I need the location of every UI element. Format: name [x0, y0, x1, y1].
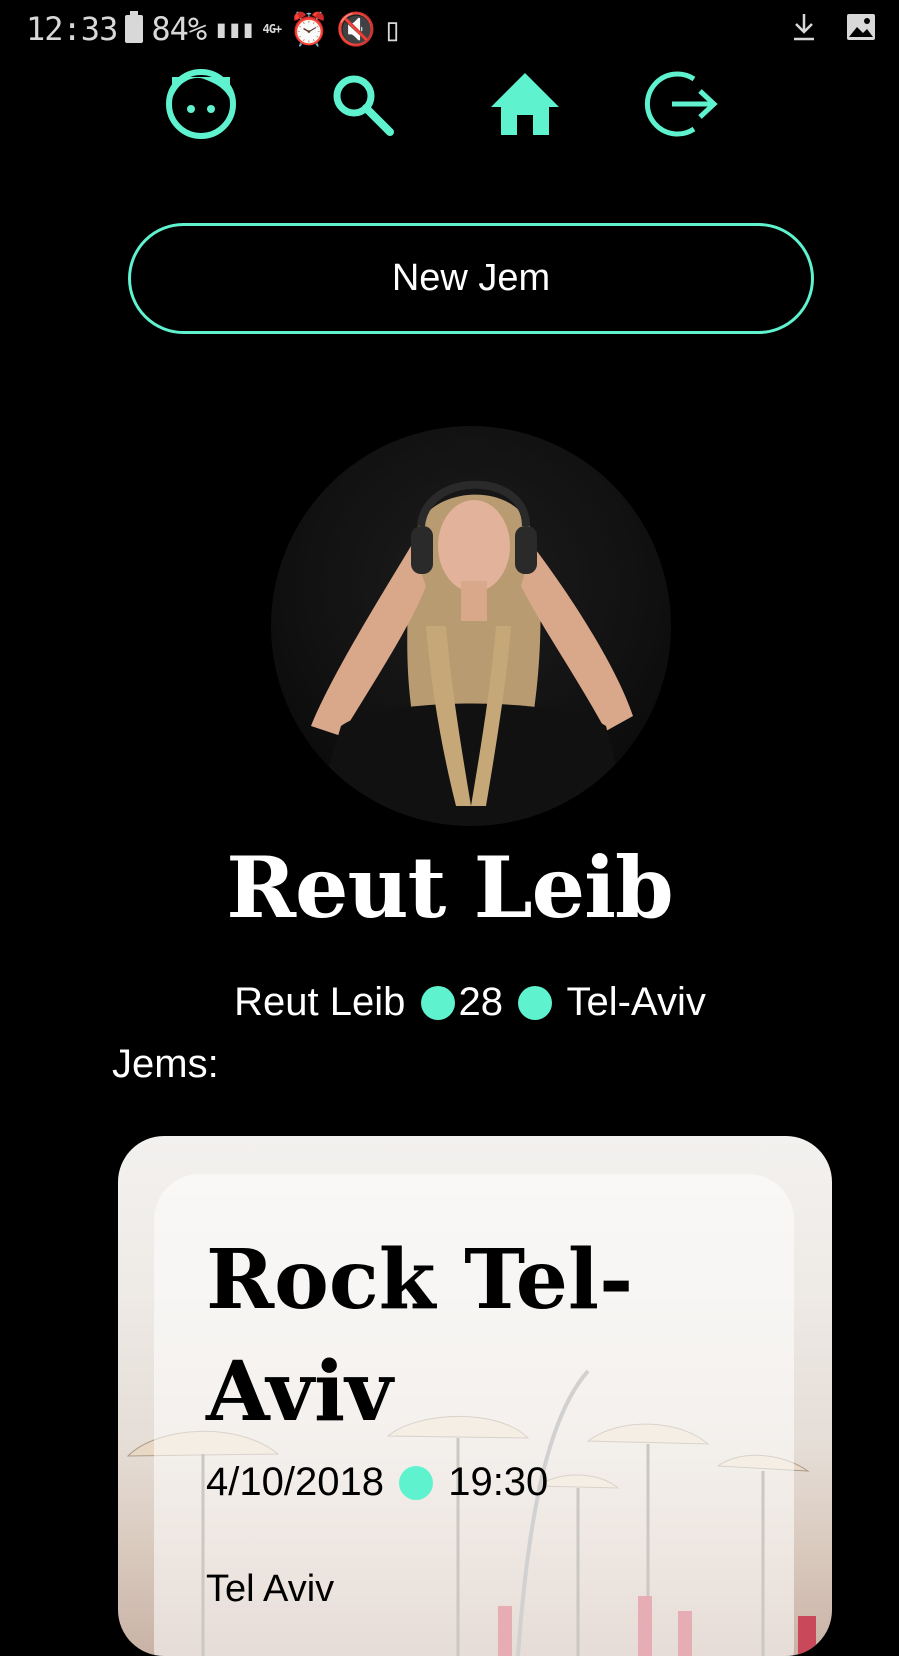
profile-city: Tel-Aviv	[566, 980, 706, 1024]
profile-photo	[311, 480, 633, 826]
new-jem-button[interactable]: New Jem	[128, 223, 814, 334]
battery-level: 84%	[151, 10, 207, 48]
avatar	[271, 426, 671, 826]
battery-saver-icon: ▯	[382, 10, 402, 48]
logout-nav-button[interactable]	[641, 64, 721, 144]
event-time: 19:30	[448, 1460, 549, 1504]
event-title: Rock Tel-Aviv	[206, 1232, 634, 1440]
download-icon	[794, 14, 814, 41]
profile-meta-name: Reut Leib	[234, 980, 406, 1024]
status-right	[791, 12, 877, 42]
separator-dot-icon	[399, 1466, 434, 1500]
profile-name: Reut Leib	[226, 838, 674, 937]
search-icon	[333, 75, 394, 136]
status-bar: 12:33 84% ▮▮▮ 4G+ ⏰ 🔇 ▯	[0, 0, 899, 58]
event-datetime: 4/10/2018 19:30	[206, 1460, 548, 1505]
home-icon	[491, 73, 559, 135]
signal-icon: ▮▮▮	[214, 15, 255, 43]
status-time: 12:33	[26, 10, 118, 48]
event-card[interactable]: Rock Tel-Aviv 4/10/2018 19:30 Tel Aviv	[118, 1136, 832, 1656]
image-icon	[847, 14, 875, 40]
event-date: 4/10/2018	[206, 1460, 384, 1504]
profile-meta: Reut Leib 28 Tel-Aviv	[0, 980, 899, 1025]
status-left: 12:33 84% ▮▮▮ 4G+ ⏰ 🔇 ▯	[26, 10, 402, 48]
search-nav-button[interactable]	[322, 64, 402, 144]
battery-icon	[125, 11, 144, 43]
alarm-icon: ⏰	[289, 10, 329, 48]
jems-section-label: Jems:	[112, 1042, 219, 1086]
profile-nav-button[interactable]	[161, 64, 241, 144]
face-icon	[166, 69, 236, 139]
network-type: 4G+	[262, 22, 282, 36]
logout-icon	[644, 71, 718, 137]
separator-dot-icon	[420, 986, 455, 1020]
event-place: Tel Aviv	[206, 1568, 335, 1610]
profile-age: 28	[458, 980, 504, 1024]
separator-dot-icon	[518, 986, 553, 1020]
mute-icon: 🔇	[336, 10, 376, 48]
home-nav-button[interactable]	[485, 64, 565, 144]
top-nav	[0, 64, 899, 144]
